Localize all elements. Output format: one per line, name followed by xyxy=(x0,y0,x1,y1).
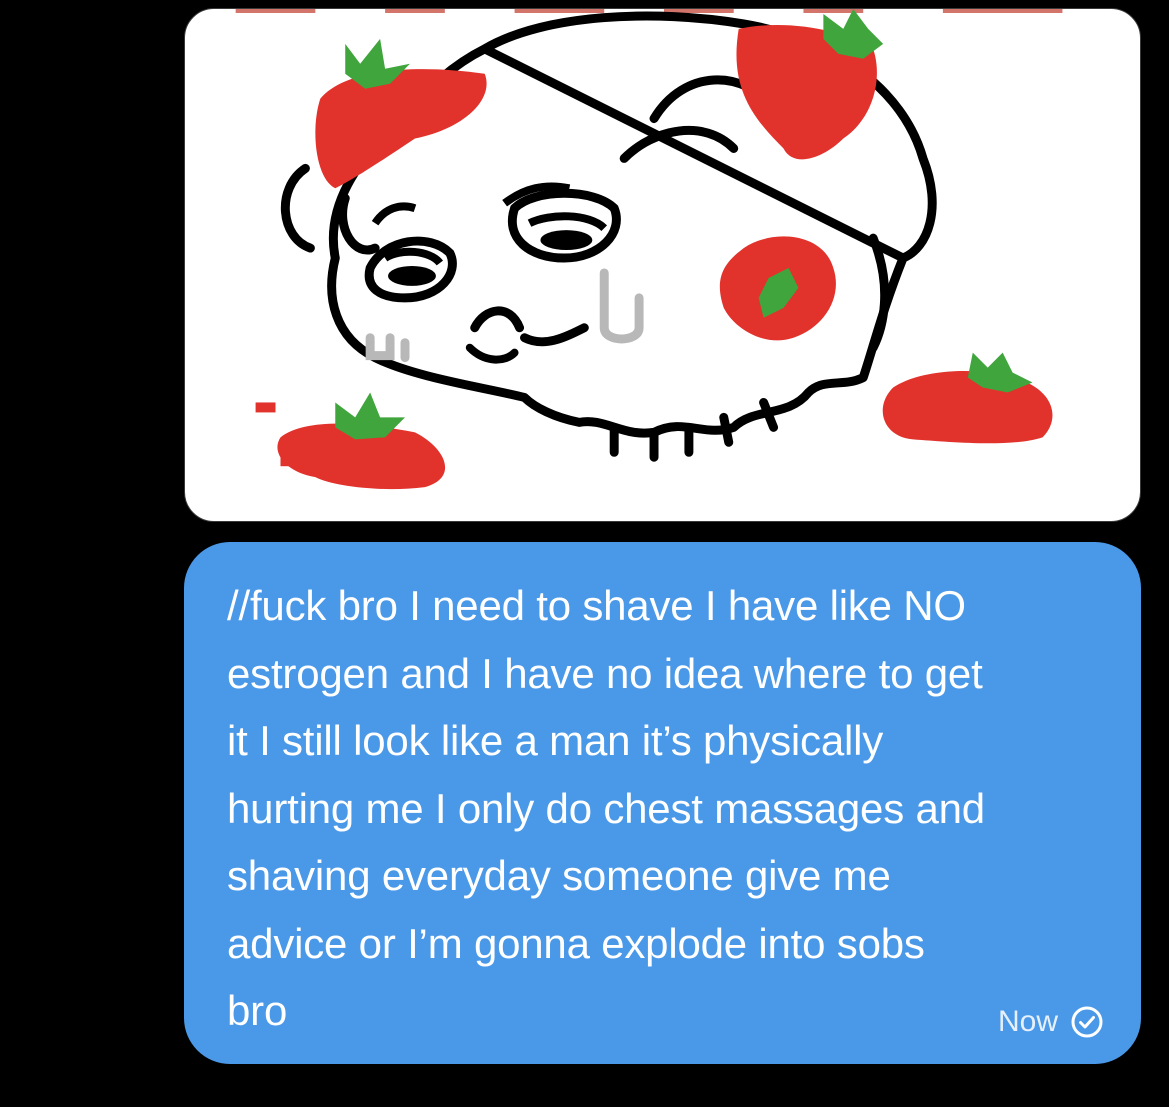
message-timestamp: Now xyxy=(997,1005,1058,1038)
sent-check-icon xyxy=(1071,1006,1103,1038)
message-meta: Now xyxy=(998,1005,1104,1039)
chat-screen: //fuck bro I need to shave I have like N… xyxy=(0,0,1169,1107)
sent-message-bubble[interactable]: //fuck bro I need to shave I have like N… xyxy=(184,542,1141,1064)
image-message-bubble[interactable] xyxy=(184,8,1141,522)
skull-strawberry-drawing xyxy=(235,9,1063,490)
message-text: //fuck bro I need to shave I have like N… xyxy=(227,582,985,1034)
